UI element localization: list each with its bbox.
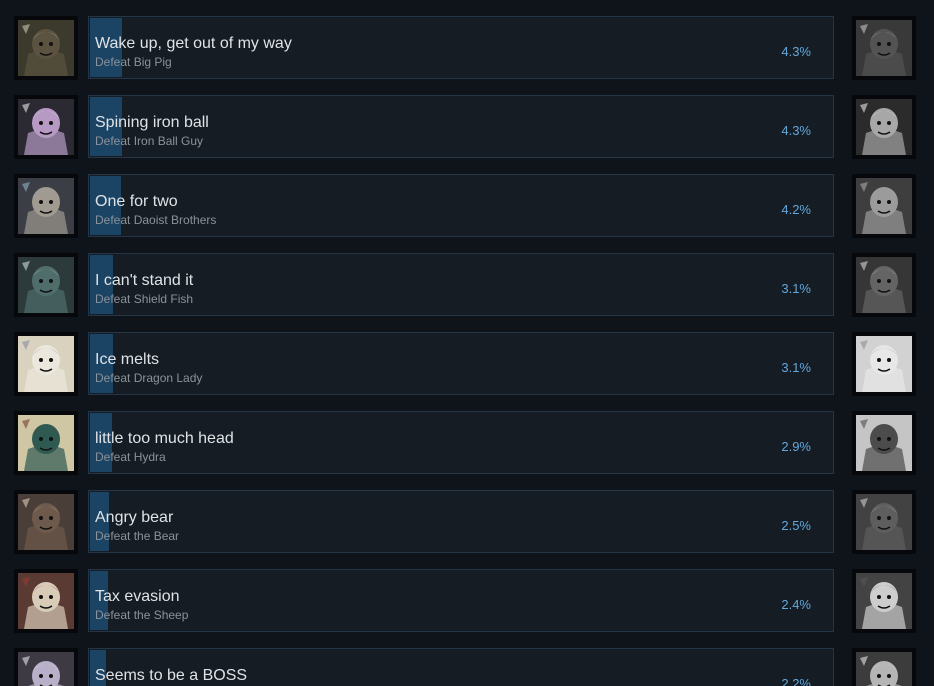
achievement-description: Defeat the Sheep bbox=[95, 608, 189, 622]
achievement-description: Defeat Daoist Brothers bbox=[95, 213, 217, 227]
achievement-progress-bar: Tax evasion Defeat the Sheep 2.4% bbox=[88, 569, 834, 632]
achievement-title: Tax evasion bbox=[95, 588, 180, 605]
achievement-title: Wake up, get out of my way bbox=[95, 35, 292, 52]
achievement-progress-bar: Wake up, get out of my way Defeat Big Pig… bbox=[88, 16, 834, 79]
boss-portrait-gray-icon bbox=[856, 652, 912, 686]
achievement-unlock-percent: 2.9% bbox=[781, 439, 811, 454]
achievement-progress-bar: Seems to be a BOSS 2.2% bbox=[88, 648, 834, 686]
achievement-icon-unlocked bbox=[14, 648, 78, 686]
achievement-icon-locked bbox=[852, 16, 916, 80]
achievement-progress-bar: One for two Defeat Daoist Brothers 4.2% bbox=[88, 174, 834, 237]
achievement-row[interactable]: Tax evasion Defeat the Sheep 2.4% bbox=[0, 569, 934, 633]
achievement-icon-locked bbox=[852, 332, 916, 396]
achievement-unlock-percent: 3.1% bbox=[781, 281, 811, 296]
achievement-row[interactable]: I can't stand it Defeat Shield Fish 3.1% bbox=[0, 253, 934, 317]
achievement-description: Defeat Dragon Lady bbox=[95, 371, 203, 385]
iron-ball-guy-portrait-gray-icon bbox=[856, 99, 912, 155]
achievement-unlock-percent: 2.4% bbox=[781, 597, 811, 612]
achievement-title: One for two bbox=[95, 193, 178, 210]
achievement-unlock-percent: 4.2% bbox=[781, 202, 811, 217]
achievement-row[interactable]: Ice melts Defeat Dragon Lady 3.1% bbox=[0, 332, 934, 396]
achievement-row[interactable]: Angry bear Defeat the Bear 2.5% bbox=[0, 490, 934, 554]
achievement-icon-locked bbox=[852, 411, 916, 475]
achievement-icon-unlocked bbox=[14, 174, 78, 238]
achievement-description: Defeat Hydra bbox=[95, 450, 166, 464]
sheep-portrait-gray-icon bbox=[856, 573, 912, 629]
achievement-icon-locked bbox=[852, 174, 916, 238]
achievement-icon-unlocked bbox=[14, 490, 78, 554]
daoist-brothers-portrait-gray-icon bbox=[856, 178, 912, 234]
dragon-lady-portrait-icon bbox=[18, 336, 74, 392]
achievement-row[interactable]: One for two Defeat Daoist Brothers 4.2% bbox=[0, 174, 934, 238]
achievement-progress-bar: Spining iron ball Defeat Iron Ball Guy 4.3… bbox=[88, 95, 834, 158]
achievement-icon-unlocked bbox=[14, 253, 78, 317]
hydra-portrait-icon bbox=[18, 415, 74, 471]
boar-portrait-gray-icon bbox=[856, 20, 912, 76]
hydra-portrait-gray-icon bbox=[856, 415, 912, 471]
achievement-title: Seems to be a BOSS bbox=[95, 667, 248, 684]
achievement-title: Spining iron ball bbox=[95, 114, 209, 131]
achievement-icon-unlocked bbox=[14, 569, 78, 633]
daoist-brothers-portrait-icon bbox=[18, 178, 74, 234]
achievement-unlock-percent: 3.1% bbox=[781, 360, 811, 375]
achievement-unlock-percent: 4.3% bbox=[781, 44, 811, 59]
achievement-icon-locked bbox=[852, 490, 916, 554]
achievement-progress-bar: little too much head Defeat Hydra 2.9% bbox=[88, 411, 834, 474]
achievement-progress-bar: I can't stand it Defeat Shield Fish 3.1% bbox=[88, 253, 834, 316]
achievement-icon-locked bbox=[852, 253, 916, 317]
achievement-progress-bar: Ice melts Defeat Dragon Lady 3.1% bbox=[88, 332, 834, 395]
achievement-row[interactable]: Spining iron ball Defeat Iron Ball Guy 4.3… bbox=[0, 95, 934, 159]
achievement-icon-unlocked bbox=[14, 95, 78, 159]
achievement-title: little too much head bbox=[95, 430, 234, 447]
achievement-progress-bar: Angry bear Defeat the Bear 2.5% bbox=[88, 490, 834, 553]
achievement-description: Defeat Iron Ball Guy bbox=[95, 134, 204, 148]
achievement-unlock-percent: 2.5% bbox=[781, 518, 811, 533]
sheep-portrait-icon bbox=[18, 573, 74, 629]
shield-fish-portrait-gray-icon bbox=[856, 257, 912, 313]
boar-portrait-icon bbox=[18, 20, 74, 76]
achievement-title: Ice melts bbox=[95, 351, 160, 368]
achievement-icon-locked bbox=[852, 648, 916, 686]
bear-portrait-icon bbox=[18, 494, 74, 550]
achievement-description: Defeat Shield Fish bbox=[95, 292, 194, 306]
achievement-unlock-percent: 4.3% bbox=[781, 123, 811, 138]
iron-ball-guy-portrait-icon bbox=[18, 99, 74, 155]
bear-portrait-gray-icon bbox=[856, 494, 912, 550]
achievement-row[interactable]: little too much head Defeat Hydra 2.9% bbox=[0, 411, 934, 475]
achievement-row[interactable]: Wake up, get out of my way Defeat Big Pig… bbox=[0, 16, 934, 80]
achievement-list: Wake up, get out of my way Defeat Big Pig… bbox=[0, 0, 934, 686]
achievement-description: Defeat the Bear bbox=[95, 529, 180, 543]
achievement-icon-unlocked bbox=[14, 16, 78, 80]
achievement-description: Defeat Big Pig bbox=[95, 55, 172, 69]
achievement-icon-unlocked bbox=[14, 411, 78, 475]
achievement-title: Angry bear bbox=[95, 509, 174, 526]
achievement-icon-unlocked bbox=[14, 332, 78, 396]
achievement-icon-locked bbox=[852, 569, 916, 633]
achievement-row[interactable]: Seems to be a BOSS 2.2% bbox=[0, 648, 934, 686]
boss-portrait-icon bbox=[18, 652, 74, 686]
achievement-icon-locked bbox=[852, 95, 916, 159]
achievement-unlock-percent: 2.2% bbox=[781, 676, 811, 686]
dragon-lady-portrait-gray-icon bbox=[856, 336, 912, 392]
shield-fish-portrait-icon bbox=[18, 257, 74, 313]
achievement-title: I can't stand it bbox=[95, 272, 194, 289]
